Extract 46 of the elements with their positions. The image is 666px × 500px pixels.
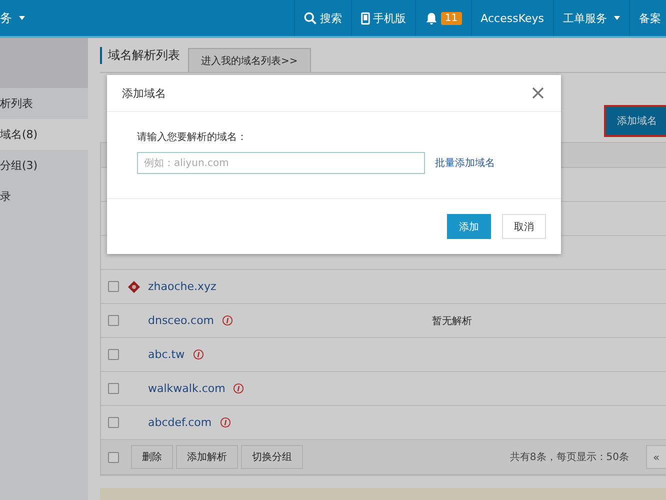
bulk-action-button[interactable]: 删除 — [131, 445, 173, 469]
bell-icon — [424, 12, 438, 24]
group-icon — [128, 280, 140, 292]
domain-list-tab[interactable]: 进入我的域名列表>> — [188, 48, 311, 72]
phone-icon — [360, 12, 370, 24]
cancel-button[interactable]: 取消 — [502, 214, 546, 239]
row-checkbox[interactable] — [108, 315, 119, 326]
menu-title[interactable]: 务 — [0, 10, 25, 26]
info-icon[interactable] — [222, 315, 234, 326]
row-checkbox[interactable] — [108, 417, 119, 428]
sidebar-item[interactable]: 录 — [0, 181, 88, 212]
bulk-add-link[interactable]: 批量添加域名 — [435, 156, 495, 170]
add-domain-button[interactable]: 添加域名 — [606, 107, 666, 135]
group-name[interactable]: zhaoche.xyz — [148, 280, 216, 293]
nav-dropdown[interactable]: 工单服务 — [553, 0, 629, 36]
table-cell-text: 暂无解析 — [432, 314, 472, 328]
dialog-title: 添加域名 — [122, 86, 166, 100]
search-link[interactable]: 搜索 — [294, 0, 351, 36]
nav-link[interactable]: 备案 — [629, 0, 666, 36]
nav-link[interactable]: AccessKeys — [470, 0, 553, 36]
info-icon[interactable] — [192, 349, 204, 360]
bulk-action-button[interactable]: 切换分组 — [241, 445, 303, 469]
domain-link[interactable]: walkwalk.com — [148, 382, 226, 395]
add-button[interactable]: 添加 — [447, 214, 491, 239]
row-checkbox[interactable] — [108, 281, 119, 292]
mobile-link[interactable]: 手机版 — [350, 0, 415, 36]
sidebar-item[interactable]: 析列表 — [0, 88, 88, 119]
pagination-summary: 共有8条，每页显示：50条 — [510, 450, 629, 464]
domain-link[interactable]: abc.tw — [148, 348, 185, 361]
notification-count: 11 — [440, 12, 462, 24]
bulk-action-button[interactable]: 添加解析 — [176, 445, 238, 469]
select-all-checkbox[interactable] — [108, 452, 119, 462]
domain-input[interactable]: 例如：aliyun.com — [137, 152, 425, 174]
caret-icon — [19, 16, 25, 20]
field-label: 请输入您要解析的域名： — [137, 130, 248, 144]
sidebar-item[interactable]: 分组(3) — [0, 150, 88, 181]
previous-page-button[interactable]: « — [646, 445, 666, 469]
domain-link[interactable]: abcdef.com — [148, 416, 212, 429]
row-checkbox[interactable] — [108, 349, 119, 360]
sidebar-item[interactable]: 域名(8) — [0, 119, 88, 150]
info-icon[interactable] — [233, 383, 244, 394]
close-icon[interactable] — [532, 87, 544, 99]
info-icon[interactable] — [220, 417, 231, 428]
domain-link[interactable]: dnsceo.com — [148, 314, 214, 327]
row-checkbox[interactable] — [108, 383, 119, 394]
search-icon — [304, 12, 317, 24]
